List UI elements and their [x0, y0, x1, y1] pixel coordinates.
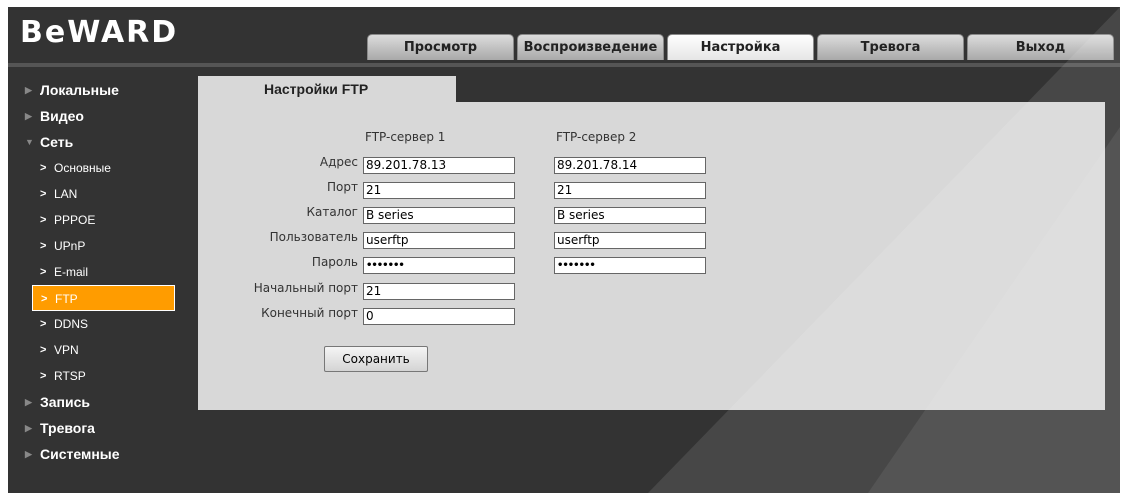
server2-header: FTP-сервер 2 [556, 130, 637, 144]
directory-label: Каталог [306, 205, 358, 219]
app-frame: BeWARD Просмотр Воспроизведение Настройк… [8, 7, 1120, 493]
end-port-label: Конечный порт [261, 306, 358, 320]
sidebar-subitem-basic[interactable]: > Основные [8, 155, 198, 181]
start-port-input[interactable]: 21 [363, 283, 515, 300]
end-port-input[interactable]: 0 [363, 308, 515, 325]
server1-directory-input[interactable]: B series [363, 207, 515, 224]
server1-header: FTP-сервер 1 [365, 130, 446, 144]
chevron-right-icon: > [40, 370, 47, 382]
sidebar-item-label: FTP [55, 292, 78, 306]
sidebar-item-label: Тревога [40, 420, 95, 436]
chevron-right-icon: > [40, 240, 47, 252]
triangle-right-icon: ▶ [25, 397, 32, 407]
server1-user-input[interactable]: userftp [363, 232, 515, 249]
sidebar-subitem-upnp[interactable]: > UPnP [8, 233, 198, 259]
server2-directory-input[interactable]: B series [554, 207, 706, 224]
sidebar-item-label: Основные [54, 161, 111, 175]
sidebar-item-video[interactable]: ▶ Видео [8, 103, 198, 129]
triangle-right-icon: ▶ [25, 449, 32, 459]
ftp-settings-panel: FTP-сервер 1 FTP-сервер 2 Адрес Порт Кат… [198, 102, 1105, 410]
password-label: Пароль [311, 255, 358, 269]
chevron-right-icon: > [40, 162, 47, 174]
triangle-right-icon: ▶ [25, 423, 32, 433]
sidebar-item-label: Сеть [40, 134, 74, 150]
chevron-right-icon: > [40, 188, 47, 200]
sidebar-subitem-email[interactable]: > E-mail [8, 259, 198, 285]
port-label: Порт [327, 180, 358, 194]
chevron-right-icon: > [41, 293, 48, 305]
sidebar-subitem-ddns[interactable]: > DDNS [8, 311, 198, 337]
chevron-right-icon: > [40, 266, 47, 278]
sidebar-item-label: PPPOE [54, 213, 96, 227]
chevron-right-icon: > [40, 344, 47, 356]
sidebar-item-label: E-mail [54, 265, 89, 279]
sidebar-item-label: LAN [54, 187, 78, 201]
sidebar-item-network[interactable]: ▼ Сеть [8, 129, 198, 155]
sidebar-item-label: DDNS [54, 317, 89, 331]
sidebar-item-record[interactable]: ▶ Запись [8, 389, 198, 415]
server2-port-input[interactable]: 21 [554, 182, 706, 199]
sidebar-item-local[interactable]: ▶ Локальные [8, 77, 198, 103]
sidebar-item-label: UPnP [54, 239, 86, 253]
tab-playback[interactable]: Воспроизведение [517, 34, 664, 60]
sidebar-item-label: Видео [40, 108, 84, 124]
sidebar-item-label: Локальные [40, 82, 119, 98]
sidebar-subitem-rtsp[interactable]: > RTSP [8, 363, 198, 389]
server1-address-input[interactable]: 89.201.78.13 [363, 157, 515, 174]
tab-settings[interactable]: Настройка [667, 34, 814, 60]
sidebar-item-system[interactable]: ▶ Системные [8, 441, 198, 467]
save-button[interactable]: Сохранить [324, 346, 428, 372]
sidebar-item-label: RTSP [54, 369, 86, 383]
user-label: Пользователь [269, 230, 358, 244]
tab-view[interactable]: Просмотр [367, 34, 514, 60]
sidebar: ▶ Локальные ▶ Видео ▼ Сеть > Основные > LAN >… [8, 77, 198, 467]
sidebar-item-label: VPN [54, 343, 79, 357]
sidebar-subitem-pppoe[interactable]: > PPPOE [8, 207, 198, 233]
sidebar-item-label: Системные [40, 446, 120, 462]
sidebar-subitem-ftp[interactable]: > FTP [32, 285, 175, 311]
tab-alarm[interactable]: Тревога [817, 34, 964, 60]
chevron-right-icon: > [40, 214, 47, 226]
triangle-right-icon: ▶ [25, 85, 32, 95]
triangle-down-icon: ▼ [25, 137, 34, 147]
start-port-label: Начальный порт [253, 281, 358, 295]
server2-password-input[interactable]: ••••••• [554, 257, 706, 274]
sidebar-item-alarm[interactable]: ▶ Тревога [8, 415, 198, 441]
sidebar-item-label: Запись [40, 394, 91, 410]
address-label: Адрес [319, 155, 358, 169]
sidebar-subitem-lan[interactable]: > LAN [8, 181, 198, 207]
sidebar-subitem-vpn[interactable]: > VPN [8, 337, 198, 363]
server2-address-input[interactable]: 89.201.78.14 [554, 157, 706, 174]
server1-port-input[interactable]: 21 [363, 182, 515, 199]
server2-user-input[interactable]: userftp [554, 232, 706, 249]
server1-password-input[interactable]: ••••••• [363, 257, 515, 274]
beward-logo: BeWARD [20, 15, 179, 50]
panel-title: Настройки FTP [198, 76, 456, 102]
chevron-right-icon: > [40, 318, 47, 330]
triangle-right-icon: ▶ [25, 111, 32, 121]
tab-logout[interactable]: Выход [967, 34, 1114, 60]
header-divider [8, 63, 1120, 67]
